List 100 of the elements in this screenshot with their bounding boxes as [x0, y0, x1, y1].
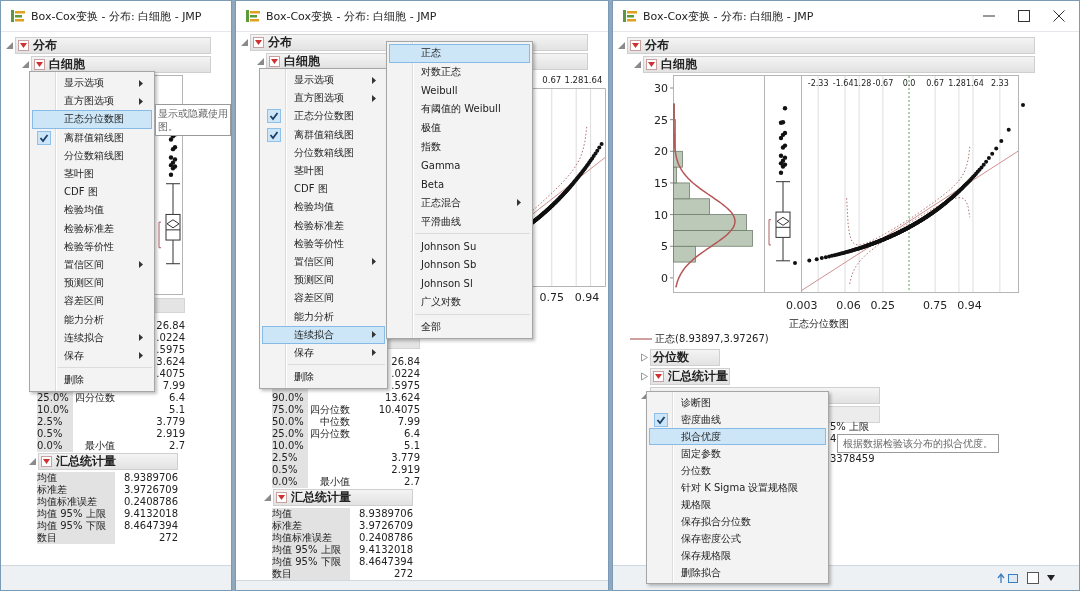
menu-button[interactable]	[646, 58, 657, 70]
menu-item[interactable]: CDF 图	[32, 183, 152, 202]
disclosure-triangle-icon[interactable]	[256, 56, 265, 66]
menu-item[interactable]: 全部	[389, 317, 530, 337]
disclosure-triangle-icon[interactable]	[5, 40, 14, 50]
menu-item[interactable]: 容差区间	[262, 289, 385, 308]
menu-item[interactable]: 直方图选项	[32, 92, 152, 111]
menu-item[interactable]: 正态混合	[389, 193, 530, 213]
table-cell: 26.84	[391, 356, 420, 368]
axis-label: 2.33	[990, 79, 1009, 88]
disclosure-triangle-icon[interactable]	[617, 40, 626, 50]
menu-item[interactable]: 容差区间	[32, 292, 152, 311]
menu-item[interactable]: 显示选项	[32, 74, 152, 93]
menu-item[interactable]: 离群值箱线图	[32, 128, 152, 147]
disclosure-triangle-icon[interactable]	[640, 352, 649, 362]
menu-item[interactable]: 置信区间	[262, 252, 385, 272]
menu-button[interactable]	[34, 58, 45, 70]
menu-item[interactable]: 指数	[389, 137, 530, 157]
menu-item[interactable]: 删除	[32, 371, 152, 390]
menu-item[interactable]: 保存	[262, 343, 385, 362]
menu-item[interactable]: 直方图选项	[262, 89, 385, 108]
close-icon[interactable]	[1053, 10, 1065, 22]
menu-item[interactable]: 分位数箱线图	[262, 143, 385, 162]
disclosure-triangle-icon[interactable]	[263, 492, 272, 502]
disclosure-triangle-icon[interactable]	[21, 59, 30, 69]
table-cell-text: 9.4132018	[122, 508, 178, 520]
menu-item[interactable]: 茎叶图	[262, 161, 385, 181]
menu-item[interactable]: 保存	[32, 346, 152, 365]
checkmark-icon	[267, 127, 281, 142]
menu-item[interactable]: 规格限	[649, 496, 826, 513]
table-cell: 数目	[37, 532, 115, 544]
menu-item[interactable]: 正态分位数图	[32, 110, 152, 129]
menu-item[interactable]: Johnson Sl	[389, 274, 530, 293]
menu-item[interactable]: 极值	[389, 118, 530, 138]
menu-item[interactable]: 能力分析	[262, 307, 385, 326]
menu-item[interactable]: 平滑曲线	[389, 212, 530, 231]
menu-item[interactable]: 茎叶图	[32, 164, 152, 184]
menu-button[interactable]	[653, 370, 664, 382]
menu-item[interactable]: 显示选项	[262, 71, 385, 90]
menu-item[interactable]: 分位数箱线图	[32, 146, 152, 165]
disclosure-triangle-icon[interactable]	[633, 59, 642, 69]
menu-item[interactable]: 分位数	[649, 462, 826, 479]
menu-item[interactable]: Beta	[389, 174, 530, 194]
menu-item[interactable]: Gamma	[389, 156, 530, 175]
menu-item[interactable]: 保存规格限	[649, 547, 826, 564]
menu-item[interactable]: 检验均值	[32, 201, 152, 220]
menu-item[interactable]: 删除	[262, 368, 385, 387]
square-icon[interactable]	[1027, 572, 1039, 584]
menu-item[interactable]: 密度曲线	[649, 411, 826, 428]
menu-item[interactable]: 有阈值的 Weibull	[389, 100, 530, 119]
menu-item[interactable]: 检验均值	[262, 198, 385, 217]
table-cell: 10.0%	[37, 404, 73, 416]
app-icon	[623, 10, 637, 22]
table-cell: 2.5%	[272, 452, 308, 464]
menu-item[interactable]: 预测区间	[32, 274, 152, 293]
menu-item[interactable]: 正态分位数图	[262, 107, 385, 126]
menu-item[interactable]: 能力分析	[32, 310, 152, 329]
menu-button[interactable]	[18, 39, 29, 51]
menu-button[interactable]	[41, 455, 52, 467]
menu-button[interactable]	[253, 36, 264, 48]
caret-icon	[20, 42, 27, 48]
menu-item[interactable]: 广义对数	[389, 292, 530, 312]
menu-item[interactable]: 离群值箱线图	[262, 125, 385, 144]
menu-button[interactable]	[276, 491, 287, 503]
table-cell: 均值 95% 下限	[272, 556, 350, 568]
disclosure-triangle-icon[interactable]	[640, 371, 649, 381]
menu-item[interactable]: 检验标准差	[262, 216, 385, 235]
menu-item[interactable]: 连续拟合	[32, 328, 152, 347]
menu-item[interactable]: 检验等价性	[262, 234, 385, 253]
menu-button[interactable]	[269, 55, 280, 67]
menu-item[interactable]: 检验标准差	[32, 219, 152, 238]
menu-item[interactable]: Weibull	[389, 81, 530, 101]
menu-item[interactable]: Johnson Sb	[389, 255, 530, 275]
menu-item[interactable]: Johnson Su	[389, 236, 530, 256]
table-cell: 0.0%	[37, 440, 73, 452]
table-cell: 13.624	[385, 392, 420, 404]
menu-item[interactable]: CDF 图	[262, 180, 385, 199]
menu-item[interactable]: 针对 K Sigma 设置规格限	[649, 479, 826, 496]
menu-item[interactable]: 保存拟合分位数	[649, 513, 826, 530]
menu-item[interactable]: 固定参数	[649, 445, 826, 462]
table-cell: 均值 95% 下限	[37, 520, 115, 532]
menu-button[interactable]	[630, 39, 641, 51]
menu-item[interactable]: 保存密度公式	[649, 530, 826, 547]
caret-icon[interactable]	[1047, 575, 1055, 581]
maximize-icon[interactable]	[1018, 10, 1030, 22]
menu-item[interactable]: 诊断图	[649, 394, 826, 411]
menu-item[interactable]: 连续拟合	[262, 325, 385, 344]
submenu-arrow-icon	[372, 258, 376, 266]
menu-item[interactable]: 置信区间	[32, 255, 152, 275]
table-cell: 均值	[272, 508, 350, 520]
arrow-up-icon[interactable]	[997, 572, 1019, 584]
menu-item[interactable]: 拟合优度	[649, 428, 826, 445]
disclosure-triangle-icon[interactable]	[28, 456, 37, 466]
disclosure-triangle-icon[interactable]	[240, 37, 249, 47]
table-cell: 5.1	[404, 440, 420, 452]
menu-item[interactable]: 删除拟合	[649, 564, 826, 581]
menu-item[interactable]: 对数正态	[389, 62, 530, 82]
menu-item[interactable]: 正态	[389, 44, 530, 63]
menu-item[interactable]: 预测区间	[262, 271, 385, 290]
menu-item[interactable]: 检验等价性	[32, 237, 152, 256]
